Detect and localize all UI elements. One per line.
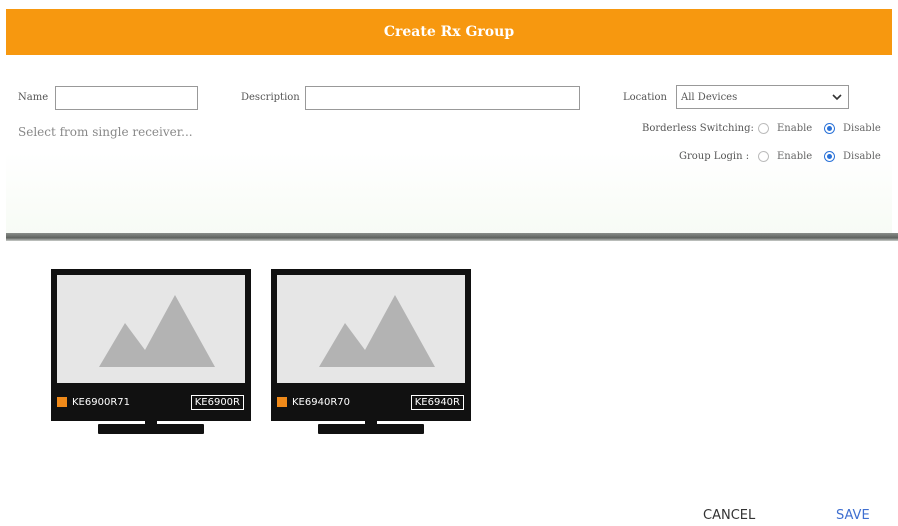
section-divider [6, 233, 898, 241]
group-login-label: Group Login : [679, 151, 750, 162]
group-login-disable-radio[interactable] [824, 151, 835, 162]
device-info-bar: KE6900R71 KE6900R [54, 386, 248, 418]
name-label: Name [18, 92, 49, 103]
device-card-2[interactable]: KE6940R70 KE6940R [271, 269, 471, 439]
device-name: KE6900R71 [72, 396, 130, 408]
borderless-enable-label: Enable [777, 123, 813, 134]
description-label: Description [241, 92, 300, 103]
group-login-disable-label: Disable [843, 151, 881, 162]
status-indicator [57, 397, 67, 407]
group-login-enable-radio[interactable] [758, 151, 769, 162]
status-indicator [277, 397, 287, 407]
borderless-disable-label: Disable [843, 123, 881, 134]
borderless-disable-radio[interactable] [824, 123, 835, 134]
borderless-switching-label: Borderless Switching: [642, 123, 754, 134]
chevron-down-icon [832, 94, 842, 101]
preview-area [277, 275, 465, 383]
dialog-title: Create Rx Group [383, 24, 515, 40]
monitor-base [318, 424, 424, 434]
group-login-enable-label: Enable [777, 151, 813, 162]
device-model-badge: KE6940R [410, 394, 464, 410]
form-area [6, 55, 892, 233]
monitor-screen: KE6900R71 KE6900R [51, 269, 251, 421]
location-label: Location [623, 92, 667, 103]
cancel-button[interactable]: CANCEL [703, 508, 755, 523]
device-info-bar: KE6940R70 KE6940R [274, 386, 468, 418]
device-model-badge: KE6900R [190, 394, 244, 410]
save-button[interactable]: SAVE [836, 508, 870, 523]
select-hint: Select from single receiver... [18, 125, 193, 139]
name-input[interactable] [55, 86, 198, 110]
preview-area [57, 275, 245, 383]
device-name: KE6940R70 [292, 396, 350, 408]
image-placeholder-icon [99, 295, 215, 367]
location-select-value: All Devices [681, 91, 738, 103]
device-card-1[interactable]: KE6900R71 KE6900R [51, 269, 251, 439]
location-select[interactable]: All Devices [676, 85, 849, 109]
image-placeholder-icon [319, 295, 435, 367]
monitor-screen: KE6940R70 KE6940R [271, 269, 471, 421]
description-input[interactable] [305, 86, 580, 110]
borderless-enable-radio[interactable] [758, 123, 769, 134]
dialog-header: Create Rx Group [6, 9, 892, 55]
monitor-base [98, 424, 204, 434]
